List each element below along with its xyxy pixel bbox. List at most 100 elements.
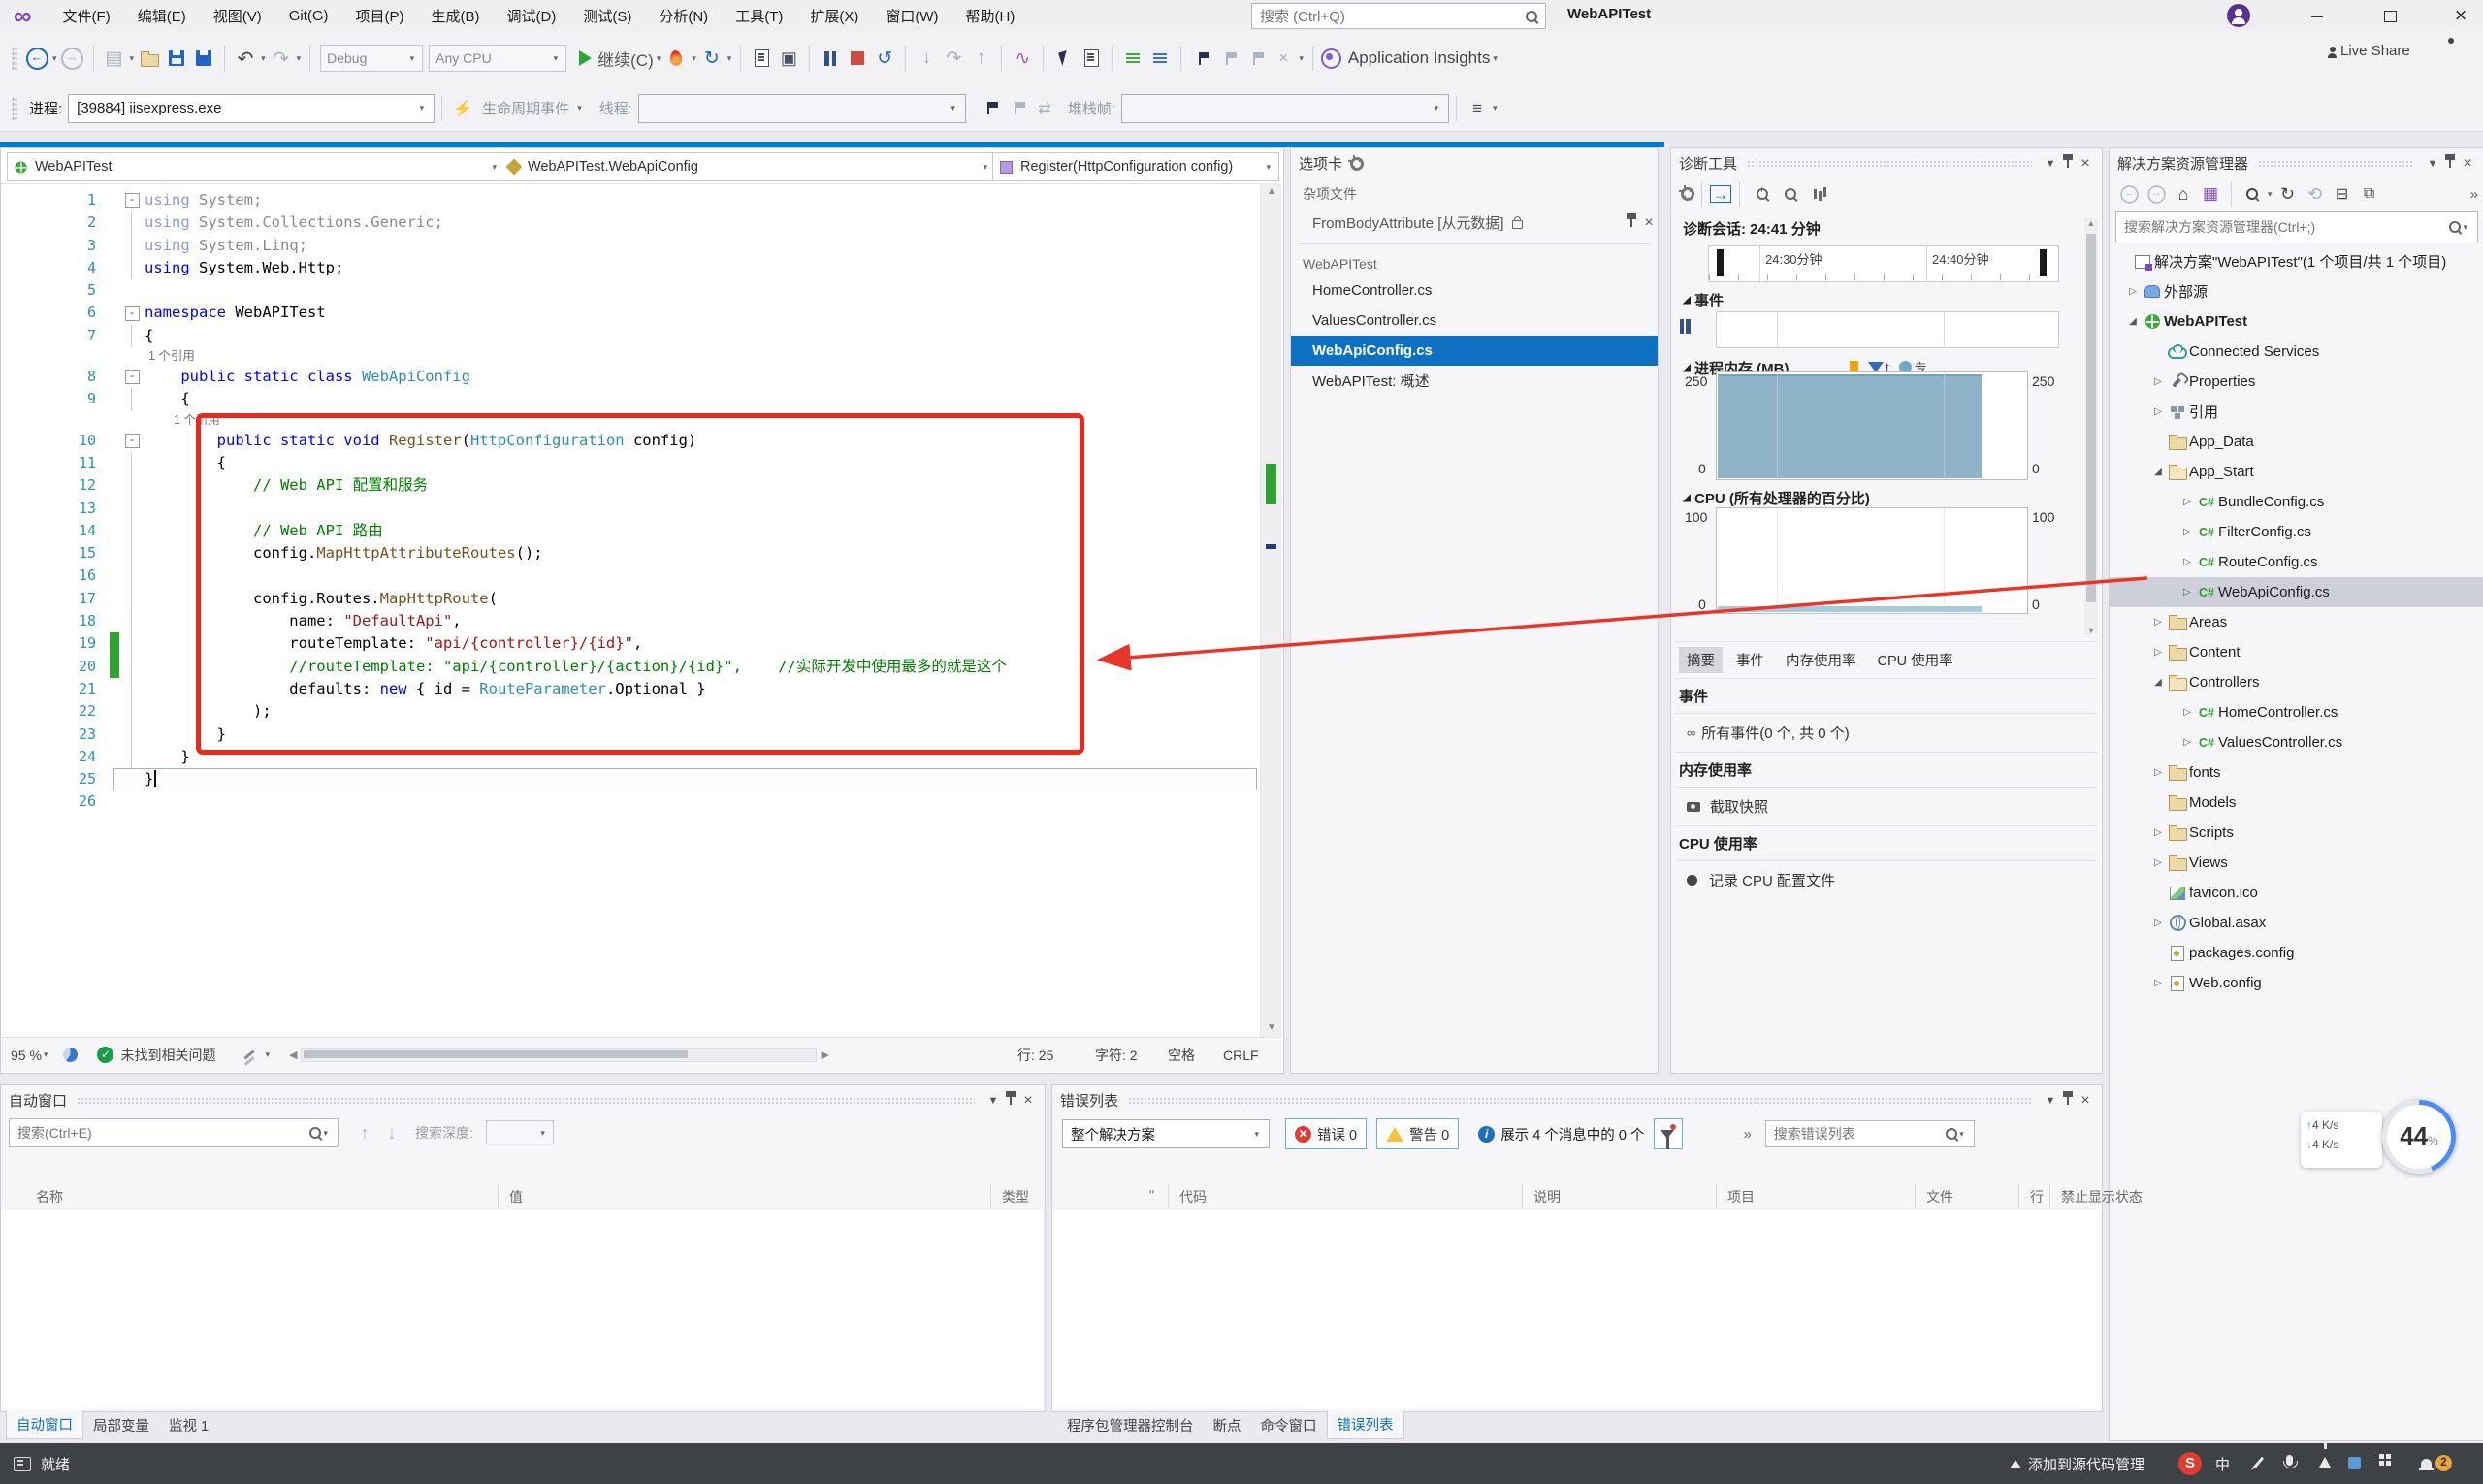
restart-button[interactable]: ↻ (699, 46, 725, 71)
feedback-icon[interactable] (14, 1457, 31, 1471)
flask-icon[interactable] (2319, 1457, 2331, 1468)
hscroll-right-arrow[interactable]: ▶ (821, 1048, 828, 1061)
navigate-forward-button[interactable]: → (60, 46, 85, 71)
window-position-dropdown[interactable]: ▼ (2042, 158, 2059, 170)
breadcrumb-member-dropdown[interactable]: Register(HttpConfiguration config)▾ (992, 152, 1279, 181)
overflow-chevron-icon[interactable]: » (2470, 186, 2478, 203)
expander-icon[interactable]: ▷ (2150, 647, 2166, 658)
tool-window-tab-错误列表[interactable]: 错误列表 (1327, 1410, 1404, 1439)
column-header-值[interactable]: 值 (509, 1187, 523, 1207)
tree-item-Areas[interactable]: ▷Areas (2110, 607, 2483, 637)
menu-item-9[interactable]: 工具(T) (722, 6, 796, 26)
menu-item-1[interactable]: 编辑(E) (124, 6, 200, 26)
tree-item-Global.asax[interactable]: ▷Global.asax (2110, 908, 2483, 938)
tree-item-App_Data[interactable]: App_Data (2110, 427, 2483, 457)
browser-preview-button[interactable] (749, 46, 774, 71)
session-start-marker[interactable] (1717, 249, 1724, 276)
code-cleanup-button[interactable] (237, 1043, 262, 1068)
tool-window-tab-监视 1[interactable]: 监视 1 (159, 1411, 218, 1439)
tree-item-packages.config[interactable]: packages.config (2110, 938, 2483, 968)
microphone-icon[interactable] (2286, 1455, 2293, 1466)
menu-item-3[interactable]: Git(G) (275, 8, 342, 24)
tree-item-Properties[interactable]: ▷Properties (2110, 367, 2483, 397)
tree-item-Content[interactable]: ▷Content (2110, 637, 2483, 667)
continue-button[interactable]: 继续(C) (579, 46, 654, 71)
menu-item-0[interactable]: 文件(F) (49, 6, 124, 26)
tree-item-引用[interactable]: ▷引用 (2110, 397, 2483, 427)
expander-icon[interactable]: ▷ (2150, 376, 2166, 387)
expander-icon[interactable]: ▷ (2125, 286, 2141, 297)
all-events-link[interactable]: ∞所有事件(0 个, 共 0 个) (1687, 723, 1850, 743)
column-header-类型[interactable]: 类型 (1002, 1187, 1029, 1207)
zoom-out-icon[interactable]: - (1775, 181, 1800, 207)
tree-item-BundleConfig.cs[interactable]: ▷C#BundleConfig.cs (2110, 487, 2483, 517)
expander-icon[interactable]: ▷ (2179, 587, 2195, 597)
close-icon[interactable]: × (2077, 1092, 2094, 1110)
expander-icon[interactable]: ▷ (2150, 827, 2166, 838)
document-tab-FromBodyAttribute [从元数据][interactable]: FromBodyAttribute [从元数据]× (1291, 208, 1658, 238)
hot-reload-button[interactable] (663, 46, 689, 71)
expander-icon[interactable]: ◢ (2125, 316, 2141, 327)
window-position-dropdown[interactable]: ▼ (2042, 1095, 2059, 1107)
collaborate-button[interactable] (2444, 45, 2450, 61)
expander-icon[interactable]: ▷ (2179, 707, 2195, 718)
diagnostics-tab-内存使用率[interactable]: 内存使用率 (1778, 647, 1864, 673)
expander-icon[interactable]: ◢ (2150, 677, 2166, 688)
menu-item-12[interactable]: 帮助(H) (952, 6, 1029, 26)
autos-search-box[interactable]: 搜索(Ctrl+E) ▾ (9, 1118, 339, 1147)
error-scope-dropdown[interactable]: 整个解决方案▾ (1062, 1119, 1270, 1148)
notifications-bell[interactable]: 2 (2421, 1455, 2452, 1471)
live-share-button[interactable]: Live Share (2326, 43, 2410, 59)
step-into-button[interactable]: ↓ (914, 46, 939, 71)
toggle-flagged-button[interactable]: ⇄ (1032, 96, 1057, 121)
redo-button[interactable]: ↷ (269, 46, 294, 71)
restart-debugging-button[interactable]: ↺ (872, 46, 897, 71)
previous-bookmark-button[interactable] (1216, 46, 1242, 71)
expander-icon[interactable]: ▷ (2150, 406, 2166, 417)
application-insights-button[interactable]: Application Insights (1321, 46, 1490, 71)
expander-icon[interactable]: ▷ (2150, 857, 2166, 868)
expander-icon[interactable]: ▷ (2150, 978, 2166, 988)
stack-frame-dropdown[interactable]: ▾ (1121, 94, 1449, 123)
expander-icon[interactable]: ▷ (2179, 497, 2195, 507)
plugin-badge-icon[interactable]: S (2178, 1452, 2202, 1475)
pin-icon[interactable] (2067, 160, 2069, 168)
document-tab-HomeController.cs[interactable]: HomeController.cs (1291, 275, 1658, 306)
quick-search-box[interactable]: 搜索 (Ctrl+Q) (1251, 3, 1546, 29)
percent-ring-widget[interactable]: 44% (2382, 1100, 2456, 1174)
events-section-header[interactable]: ◢事件 (1679, 290, 1724, 310)
tool-window-tab-自动窗口[interactable]: 自动窗口 (6, 1410, 83, 1439)
menu-item-4[interactable]: 项目(P) (342, 6, 418, 26)
next-bookmark-button[interactable] (1243, 46, 1269, 71)
fold-toggle[interactable]: - (125, 370, 140, 384)
column-header-项目[interactable]: 项目 (1727, 1187, 1755, 1207)
pin-icon[interactable] (1630, 219, 1632, 227)
session-end-marker[interactable] (2040, 249, 2047, 276)
undo-button[interactable]: ↶ (233, 46, 258, 71)
hscroll-left-arrow[interactable]: ◀ (289, 1048, 297, 1061)
column-header-说明[interactable]: 说明 (1533, 1187, 1561, 1207)
hscroll-thumb[interactable] (304, 1050, 688, 1058)
gear-icon[interactable] (1350, 157, 1364, 171)
close-icon[interactable]: × (2459, 155, 2476, 173)
expander-icon[interactable]: ◢ (2150, 467, 2166, 477)
export-icon[interactable]: → (1710, 185, 1731, 203)
expander-icon[interactable]: ▷ (2179, 527, 2195, 537)
tree-item-Views[interactable]: ▷Views (2110, 848, 2483, 878)
tool-window-tab-断点[interactable]: 断点 (1204, 1411, 1251, 1439)
flag-threads-button[interactable] (1005, 96, 1030, 121)
messages-filter-toggle[interactable]: i展示 4 个消息中的 0 个 (1478, 1124, 1644, 1145)
tree-item-Connected Services[interactable]: Connected Services (2110, 337, 2483, 367)
cpu-chart[interactable] (1716, 507, 2028, 614)
minimize-button[interactable] (2295, 0, 2339, 31)
refresh-icon[interactable]: ↻ (2275, 181, 2301, 207)
menu-item-2[interactable]: 视图(V) (200, 6, 275, 26)
maximize-button[interactable] (2368, 0, 2412, 31)
editor-horizontal-scrollbar[interactable] (301, 1048, 817, 1062)
step-over-button[interactable]: ↷ (941, 46, 966, 71)
selection-pointer-button[interactable] (1051, 46, 1077, 71)
cpu-section-header[interactable]: ◢CPU (所有处理器的百分比) (1679, 488, 1870, 508)
clear-bookmarks-button[interactable]: × (1271, 46, 1296, 71)
tree-item-Web.config[interactable]: ▷Web.config (2110, 968, 2483, 998)
new-project-button[interactable]: ▤ (102, 46, 127, 71)
